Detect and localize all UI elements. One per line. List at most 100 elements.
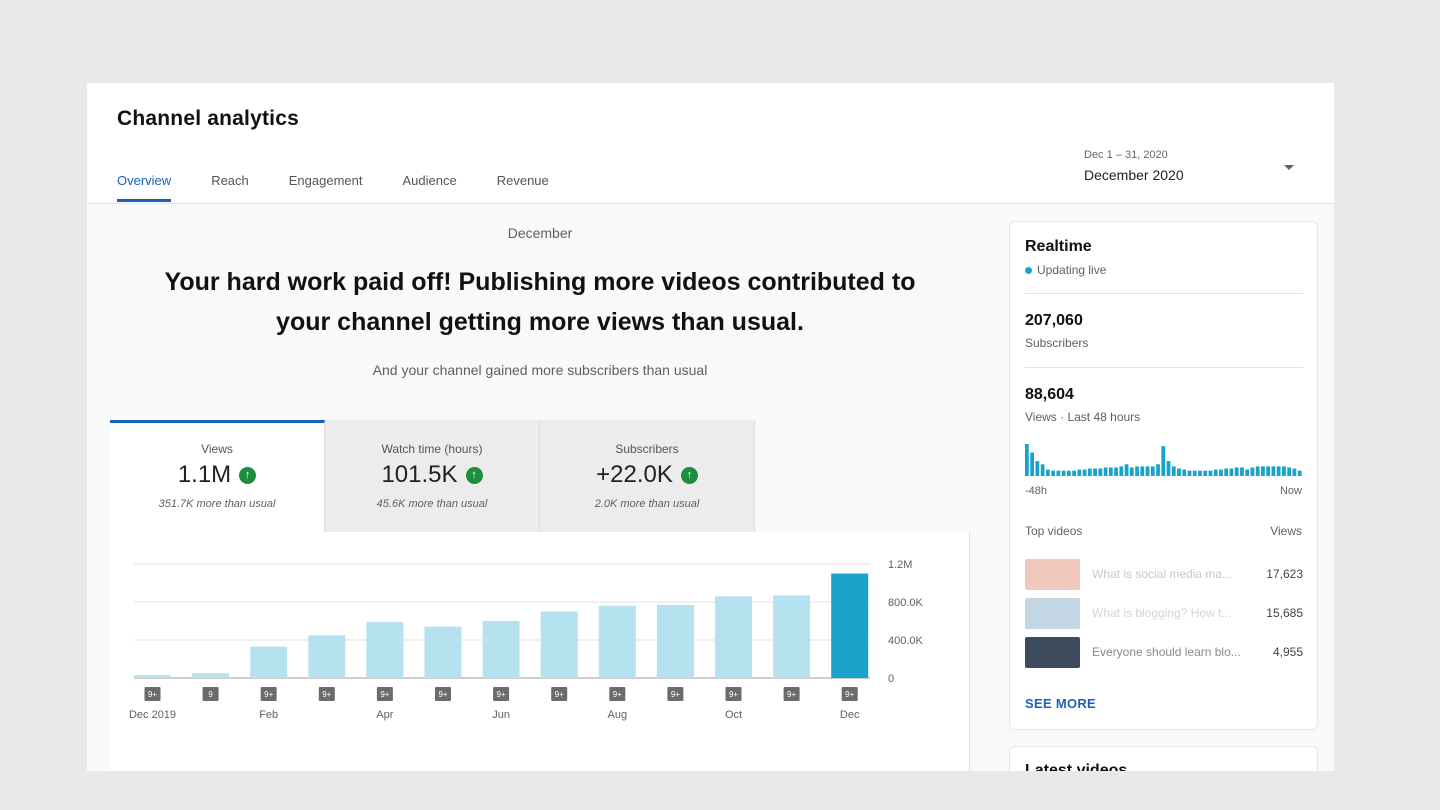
arrow-up-icon: ↑ xyxy=(680,466,698,484)
divider xyxy=(1025,367,1303,368)
chart-bar[interactable] xyxy=(715,596,752,678)
date-range-label: December 2020 xyxy=(1084,167,1184,183)
sparkline-bar xyxy=(1082,469,1087,476)
sparkline-bar xyxy=(1192,470,1197,476)
tab-engagement[interactable]: Engagement xyxy=(289,173,363,202)
sparkline-bar xyxy=(1035,461,1040,476)
page-header: Channel analytics Overview Reach Engagem… xyxy=(87,83,1334,204)
sparkline-bar xyxy=(1240,467,1244,476)
sparkline-start-label: -48h xyxy=(1025,485,1048,497)
tab-revenue[interactable]: Revenue xyxy=(497,173,549,202)
sparkline-bar xyxy=(1182,469,1187,476)
tab-audience[interactable]: Audience xyxy=(403,173,457,202)
top-video-row[interactable]: What is blogging? How t... 15,685 xyxy=(1025,597,1303,629)
arrow-up-icon: ↑ xyxy=(465,466,483,484)
date-range-text: Dec 1 – 31, 2020 xyxy=(1084,149,1168,161)
chart-bar[interactable] xyxy=(192,673,230,678)
video-count-badge-label: 9+ xyxy=(322,690,331,699)
sparkline-bar xyxy=(1114,467,1118,476)
sidebar: Realtime Updating live 207,060 Subscribe… xyxy=(993,205,1334,771)
video-count-badge-label: 9+ xyxy=(729,690,738,699)
views-count: 88,604 xyxy=(1025,386,1074,403)
sparkline-bar xyxy=(1145,466,1150,476)
chart-bar[interactable] xyxy=(482,621,520,678)
top-video-row[interactable]: What is social media ma... 17,623 xyxy=(1025,558,1303,590)
y-tick-label: 400.0K xyxy=(888,635,924,647)
sparkline-bar xyxy=(1213,469,1218,476)
sparkline-bar xyxy=(1245,469,1250,476)
tab-overview[interactable]: Overview xyxy=(117,173,172,202)
sparkline-end-label: Now xyxy=(1279,485,1302,497)
subscribers-label: Subscribers xyxy=(1025,336,1089,350)
video-title: Everyone should learn blo... xyxy=(1092,645,1241,659)
x-tick-label: Aug xyxy=(608,709,628,721)
video-views: 15,685 xyxy=(1266,606,1303,620)
chart-bar[interactable] xyxy=(308,635,346,678)
chart-bar[interactable] xyxy=(134,675,171,678)
chart-bar[interactable] xyxy=(250,646,288,678)
video-views: 17,623 xyxy=(1266,567,1303,581)
views-sparkline xyxy=(1025,444,1302,476)
x-tick-label: Dec 2019 xyxy=(129,709,176,721)
sparkline-bar xyxy=(1297,470,1302,476)
sparkline-bar xyxy=(1045,469,1050,476)
chart-bar[interactable] xyxy=(656,604,694,678)
x-tick-label: Feb xyxy=(259,709,278,721)
metric-note: 351.7K more than usual xyxy=(158,498,276,510)
top-videos-label: Top videos xyxy=(1025,524,1083,538)
video-title: What is social media ma... xyxy=(1092,567,1233,581)
sparkline-bar xyxy=(1061,470,1066,476)
summary-month: December xyxy=(507,225,573,241)
tab-reach[interactable]: Reach xyxy=(211,173,249,202)
metric-label: Subscribers xyxy=(615,442,679,456)
subscribers-count: 207,060 xyxy=(1025,312,1083,329)
metric-card-subscribers[interactable]: Subscribers +22.0K ↑ 2.0K more than usua… xyxy=(540,420,755,532)
y-tick-label: 800.0K xyxy=(888,597,924,609)
see-more-link[interactable]: SEE MORE xyxy=(1025,696,1096,711)
video-thumbnail xyxy=(1025,636,1080,668)
video-count-badge-label: 9+ xyxy=(555,690,564,699)
video-views: 4,955 xyxy=(1272,645,1303,659)
sparkline-bar xyxy=(1208,470,1213,476)
sparkline-bar xyxy=(1171,466,1176,476)
sparkline-bar xyxy=(1187,470,1192,476)
sparkline-bar xyxy=(1030,452,1035,476)
latest-videos-card: Latest videos xyxy=(1009,746,1318,771)
divider xyxy=(1025,293,1303,294)
sparkline-bar xyxy=(1255,466,1260,476)
sparkline-bar xyxy=(1108,467,1113,476)
video-thumbnail xyxy=(1025,558,1080,590)
chart-bar[interactable] xyxy=(773,595,811,678)
sparkline-bar xyxy=(1093,468,1097,476)
live-status: Updating live xyxy=(1025,263,1106,277)
video-thumbnail xyxy=(1025,597,1080,629)
sparkline-bar xyxy=(1250,467,1255,476)
page-title: Channel analytics xyxy=(117,107,299,130)
sparkline-bar xyxy=(1166,461,1171,476)
x-tick-label: Apr xyxy=(376,709,393,721)
live-dot-icon xyxy=(1025,266,1032,274)
sparkline-bar xyxy=(1177,468,1181,476)
sparkline-bar xyxy=(1198,470,1202,476)
summary-headline: Your hard work paid off! Publishing more… xyxy=(164,268,916,336)
sparkline-bar xyxy=(1040,464,1045,476)
sparkline-bar xyxy=(1119,466,1124,476)
sparkline-bar xyxy=(1150,466,1155,476)
metric-card-watch-time[interactable]: Watch time (hours) 101.5K ↑ 45.6K more t… xyxy=(325,420,540,532)
chart-bar[interactable] xyxy=(540,611,578,679)
chart-bar[interactable] xyxy=(366,621,404,678)
video-count-badge-label: 9+ xyxy=(148,690,157,699)
chart-bar[interactable] xyxy=(424,626,462,678)
top-video-row[interactable]: Everyone should learn blo... 4,955 xyxy=(1025,636,1303,668)
chart-bar[interactable] xyxy=(598,605,636,678)
x-tick-label: Oct xyxy=(725,709,742,721)
video-count-badge-label: 9+ xyxy=(613,690,622,699)
sparkline-bar xyxy=(1087,468,1092,476)
date-range-picker[interactable]: Dec 1 – 31, 2020 December 2020 xyxy=(1084,149,1304,191)
metric-value: +22.0K xyxy=(596,461,673,488)
metric-label: Watch time (hours) xyxy=(381,442,483,456)
metric-card-views[interactable]: Views 1.1M ↑ 351.7K more than usual xyxy=(110,420,325,532)
chart-bar[interactable] xyxy=(831,573,869,679)
video-count-badge-label: 9+ xyxy=(787,690,796,699)
sparkline-bar xyxy=(1276,466,1281,476)
